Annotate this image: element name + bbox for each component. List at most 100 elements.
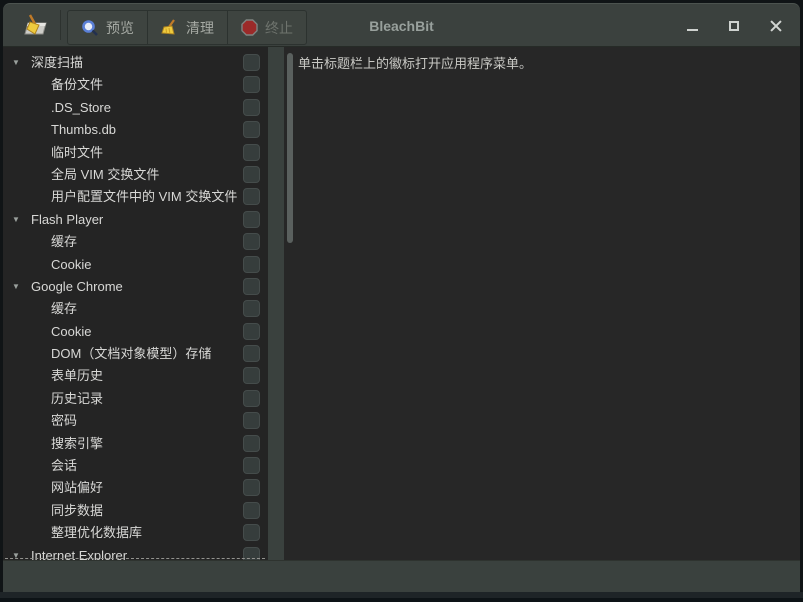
clean-button[interactable]: 清理 [147,10,228,45]
tree-item-checkbox[interactable] [243,435,260,452]
tree-item-label: 搜索引擎 [51,433,103,455]
tree-item-checkbox[interactable] [243,54,260,71]
details-pane: 单击标题栏上的徽标打开应用程序菜单。 [284,47,800,560]
tree-item-checkbox[interactable] [243,144,260,161]
tree-item-label: 缓存 [51,231,77,253]
tree-item-checkbox[interactable] [243,323,260,340]
tree-row[interactable]: Thumbs.db [3,119,268,141]
window-controls [678,4,790,48]
tree-item-label: 用户配置文件中的 VIM 交换文件 [51,186,237,208]
abort-button-label: 终止 [265,18,293,38]
bleachbit-window: 预览 清理 终止 [0,0,803,602]
tree-item-label: Cookie [51,321,91,343]
tree-item-label: .DS_Store [51,97,111,119]
cleaners-tree: ▼ 深度扫描备份文件.DS_StoreThumbs.db临时文件全局 VIM 交换… [3,52,268,560]
window-bottom-edge [0,592,803,602]
tree-item-checkbox[interactable] [243,367,260,384]
tree-item-label: 会话 [51,455,77,477]
bleachbit-logo-broom-icon [18,13,50,39]
headerbar: 预览 清理 终止 [3,3,800,47]
tree-row[interactable]: 缓存 [3,231,268,253]
app-menu-button[interactable] [11,8,57,44]
expander-triangle-icon[interactable]: ▼ [12,209,24,231]
tree-item-checkbox[interactable] [243,547,260,560]
tree-row[interactable]: 搜索引擎 [3,433,268,455]
clean-button-label: 清理 [186,18,214,38]
tree-item-checkbox[interactable] [243,188,260,205]
tree-item-label: 历史记录 [51,388,103,410]
tree-row[interactable]: 网站偏好 [3,477,268,499]
expander-triangle-icon[interactable]: ▼ [12,52,24,74]
status-bar [3,560,800,592]
tree-item-label: 深度扫描 [31,52,83,74]
tree-item-label: 临时文件 [51,142,103,164]
tree-item-checkbox[interactable] [243,457,260,474]
tree-item-checkbox[interactable] [243,412,260,429]
tree-item-checkbox[interactable] [243,166,260,183]
tree-row[interactable]: ▼Google Chrome [3,276,268,298]
tree-item-checkbox[interactable] [243,300,260,317]
preview-button-label: 预览 [106,18,134,38]
tree-row[interactable]: 表单历史 [3,365,268,387]
pane-divider[interactable] [268,47,284,560]
expander-triangle-icon[interactable]: ▼ [12,276,24,298]
tree-row[interactable]: 整理优化数据库 [3,522,268,544]
tree-item-checkbox[interactable] [243,256,260,273]
stop-sign-icon [241,19,258,36]
tree-row[interactable]: Cookie [3,254,268,276]
tree-row[interactable]: 密码 [3,410,268,432]
tree-item-label: 同步数据 [51,500,103,522]
tree-item-checkbox[interactable] [243,99,260,116]
tree-item-label: DOM（文档对象模型）存储 [51,343,211,365]
tree-item-label: 密码 [51,410,77,432]
tree-item-label: Flash Player [31,209,103,231]
tree-item-checkbox[interactable] [243,345,260,362]
tree-row[interactable]: 用户配置文件中的 VIM 交换文件 [3,186,268,208]
tree-item-checkbox[interactable] [243,121,260,138]
toolbar: 预览 清理 终止 [67,10,307,45]
tree-item-label: Thumbs.db [51,119,116,141]
tree-item-checkbox[interactable] [243,76,260,93]
tree-item-checkbox[interactable] [243,479,260,496]
tree-item-label: Cookie [51,254,91,276]
tree-row[interactable]: Cookie [3,321,268,343]
tree-row[interactable]: 同步数据 [3,500,268,522]
tree-item-checkbox[interactable] [243,502,260,519]
tree-row[interactable]: DOM（文档对象模型）存储 [3,343,268,365]
tree-item-label: 表单历史 [51,365,103,387]
tree-item-label: 网站偏好 [51,477,103,499]
broom-icon [161,19,179,37]
tree-row[interactable]: ▼ 深度扫描 [3,52,268,74]
tree-row[interactable]: 全局 VIM 交换文件 [3,164,268,186]
preview-button[interactable]: 预览 [67,10,148,45]
tree-item-checkbox[interactable] [243,524,260,541]
maximize-icon [729,21,739,31]
tree-row[interactable]: 缓存 [3,298,268,320]
close-button[interactable] [762,12,790,40]
tree-row[interactable]: 临时文件 [3,142,268,164]
minimize-button[interactable] [678,12,706,40]
magnifier-icon [81,19,99,37]
tree-item-checkbox[interactable] [243,211,260,228]
tree-row[interactable]: 历史记录 [3,388,268,410]
tree-item-label: 整理优化数据库 [51,522,142,544]
cleaners-sidebar: ▼ 深度扫描备份文件.DS_StoreThumbs.db临时文件全局 VIM 交换… [3,47,268,560]
toolbar-separator [60,10,61,40]
hint-message: 单击标题栏上的徽标打开应用程序菜单。 [298,53,532,72]
tree-item-checkbox[interactable] [243,278,260,295]
tree-item-checkbox[interactable] [243,233,260,250]
tree-row[interactable]: .DS_Store [3,97,268,119]
tree-row[interactable]: 备份文件 [3,74,268,96]
tree-row[interactable]: ▼ Internet Explorer [3,545,268,560]
tree-item-label: 缓存 [51,298,77,320]
scrollbar-thumb[interactable] [287,53,293,243]
tree-item-label: Internet Explorer [31,545,127,560]
abort-button[interactable]: 终止 [227,10,307,45]
tree-row[interactable]: 会话 [3,455,268,477]
expander-triangle-icon[interactable]: ▼ [12,545,24,560]
close-icon [770,20,782,32]
tree-row[interactable]: ▼ Flash Player [3,209,268,231]
tree-item-checkbox[interactable] [243,390,260,407]
maximize-button[interactable] [720,12,748,40]
minimize-icon [687,29,698,31]
